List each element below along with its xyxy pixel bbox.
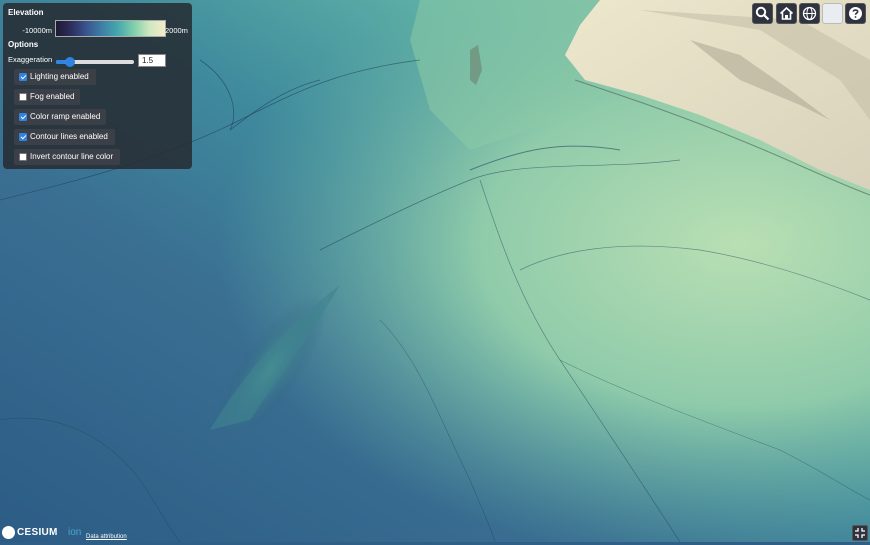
home-button[interactable] xyxy=(776,3,797,24)
invert-contour-label: Invert contour line color xyxy=(30,152,114,161)
color-ramp-bar xyxy=(55,20,166,37)
exaggeration-input[interactable]: 1.5 xyxy=(138,54,166,67)
legend-min-label: -10000m xyxy=(22,26,52,35)
data-attribution-link[interactable]: Data attribution xyxy=(86,534,127,540)
lighting-label: Lighting enabled xyxy=(30,72,89,81)
color-ramp-checkbox[interactable] xyxy=(19,113,27,121)
search-icon xyxy=(755,6,770,21)
fog-toggle[interactable]: Fog enabled xyxy=(14,89,80,105)
fog-label: Fog enabled xyxy=(30,92,75,101)
help-button[interactable] xyxy=(845,3,866,24)
contour-lines-toggle[interactable]: Contour lines enabled xyxy=(14,129,115,145)
cesium-logo-icon xyxy=(2,526,15,539)
invert-contour-toggle[interactable]: Invert contour line color xyxy=(14,149,120,165)
base-layer-picker-button[interactable] xyxy=(822,3,843,24)
lighting-toggle[interactable]: Lighting enabled xyxy=(14,69,96,85)
search-button[interactable] xyxy=(752,3,773,24)
legend-max-label: 2000m xyxy=(165,26,188,35)
globe-icon xyxy=(802,6,817,21)
options-title: Options xyxy=(8,40,39,49)
fullscreen-button[interactable] xyxy=(852,525,868,541)
exit-fullscreen-icon xyxy=(855,528,865,538)
color-ramp-toggle[interactable]: Color ramp enabled xyxy=(14,109,106,125)
lighting-checkbox[interactable] xyxy=(19,73,27,81)
home-icon xyxy=(779,6,794,20)
exaggeration-label: Exaggeration xyxy=(8,55,53,64)
logo-text: CESIUM xyxy=(17,527,58,538)
exaggeration-slider[interactable] xyxy=(56,57,134,67)
elevation-options-panel: Elevation -10000m 2000m Options Exaggera… xyxy=(3,3,192,169)
contour-lines-label: Contour lines enabled xyxy=(30,132,108,141)
contour-lines-checkbox[interactable] xyxy=(19,133,27,141)
color-ramp-label: Color ramp enabled xyxy=(30,112,101,121)
invert-contour-checkbox[interactable] xyxy=(19,153,27,161)
elevation-title: Elevation xyxy=(8,8,44,17)
fog-checkbox[interactable] xyxy=(19,93,27,101)
slider-thumb[interactable] xyxy=(64,57,75,67)
help-icon xyxy=(849,7,862,20)
logo-suffix: ion xyxy=(68,527,82,538)
scene-mode-button[interactable] xyxy=(799,3,820,24)
elevation-legend: -10000m 2000m xyxy=(3,19,192,39)
